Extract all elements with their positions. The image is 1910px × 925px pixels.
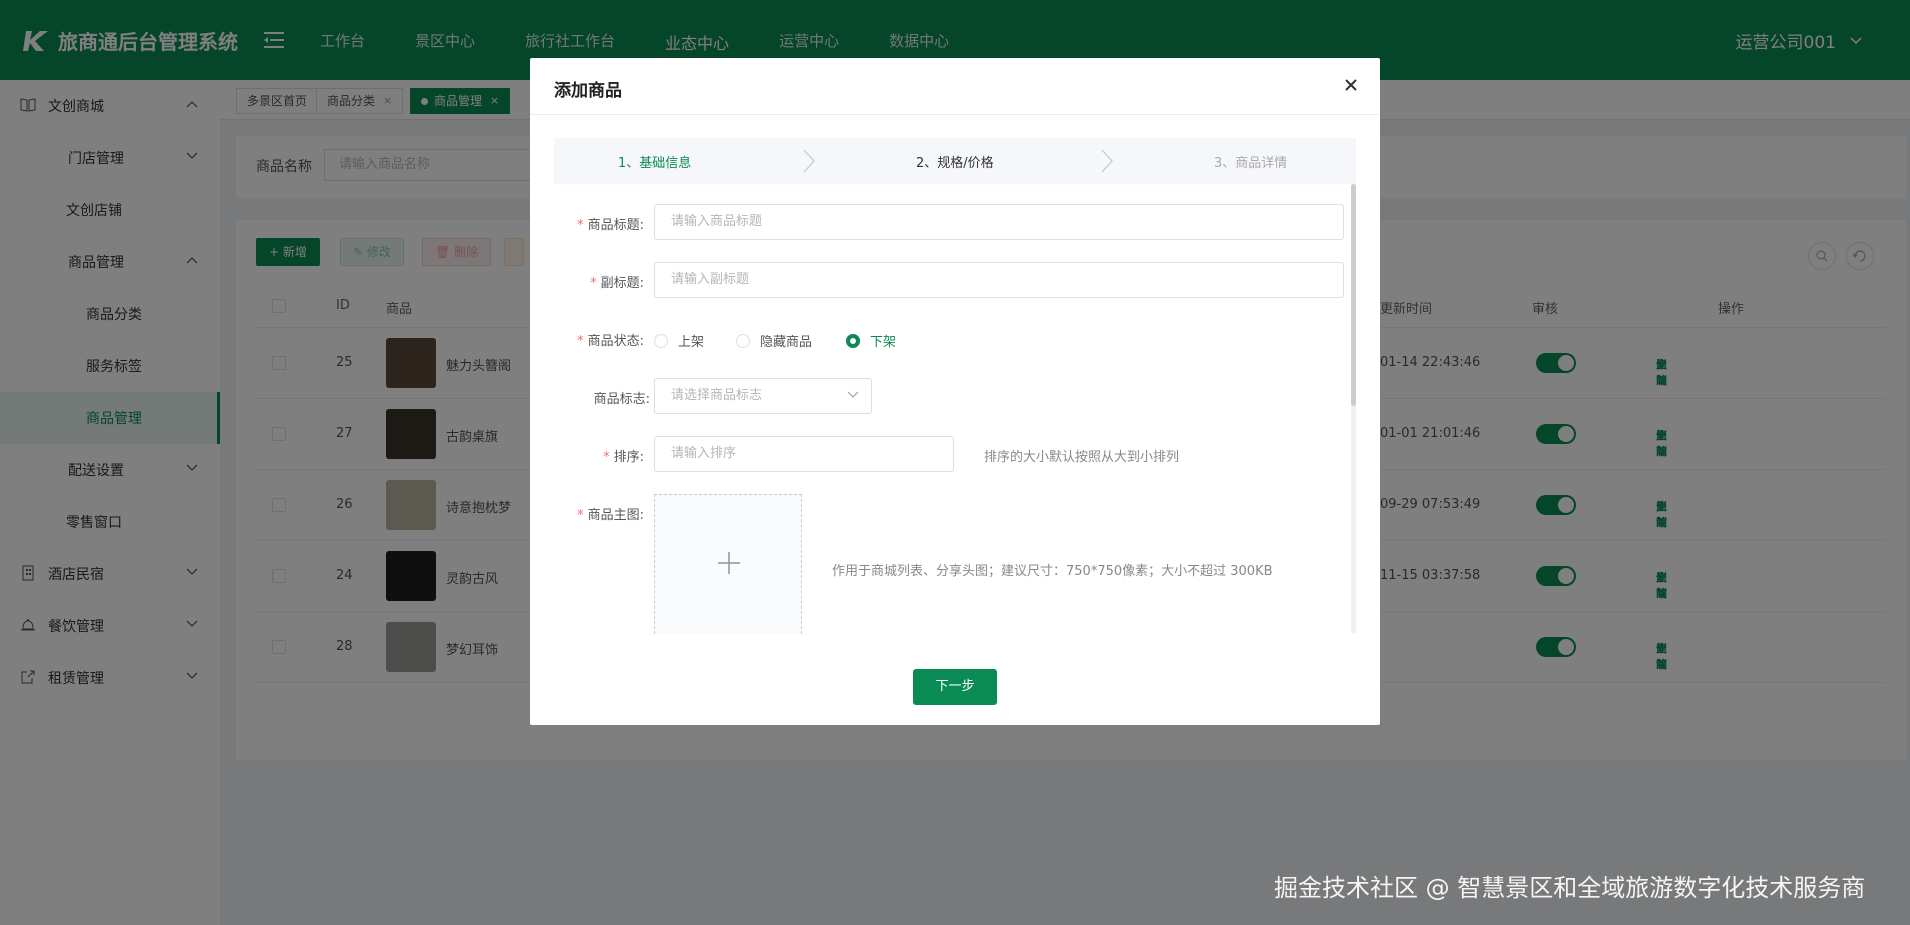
main-image-label-text: 商品主图:	[587, 508, 644, 523]
sort-label: * 排序:	[603, 450, 644, 465]
select-placeholder: 请选择商品标志	[671, 388, 763, 403]
tag-label: 商品标志:	[593, 392, 650, 407]
title-label: * 商品标题:	[577, 218, 644, 233]
dialog-title: 添加商品	[554, 81, 622, 101]
status-label-text: 商品状态:	[587, 334, 644, 349]
status-radio-hidden[interactable]: 隐藏商品	[736, 331, 812, 350]
chevron-right-icon	[1101, 149, 1113, 173]
image-hint: 作用于商城列表、分享头图；建议尺寸：750*750像素；大小不超过 300KB	[832, 564, 1273, 579]
product-title-input[interactable]: 请输入商品标题	[654, 204, 1344, 240]
next-step-button[interactable]: 下一步	[913, 669, 997, 705]
status-radio-on-shelf[interactable]: 上架	[654, 331, 704, 350]
radio-label: 上架	[678, 335, 705, 350]
step-spec-price[interactable]: 2、规格/价格	[916, 152, 994, 171]
status-label: * 商品状态:	[577, 334, 644, 349]
dialog-divider	[530, 114, 1380, 115]
step-product-detail[interactable]: 3、商品详情	[1214, 152, 1287, 171]
subtitle-label: * 副标题:	[590, 276, 644, 291]
subtitle-label-text: 副标题:	[600, 276, 644, 291]
main-image-label: * 商品主图:	[577, 508, 644, 523]
add-product-dialog: 添加商品 1、基础信息 2、规格/价格 3、商品详情 * 商品标题: 请输入商品标…	[530, 58, 1380, 725]
product-tag-select[interactable]: 请选择商品标志	[654, 378, 872, 414]
radio-label: 隐藏商品	[760, 335, 813, 350]
main-image-upload[interactable]	[654, 494, 802, 634]
title-label-text: 商品标题:	[587, 218, 644, 233]
sort-label-text: 排序:	[613, 450, 644, 465]
radio-circle	[846, 333, 860, 348]
chevron-down-icon	[847, 391, 859, 398]
plus-icon	[718, 552, 740, 574]
sort-hint: 排序的大小默认按照从大到小排列	[984, 450, 1180, 465]
watermark: 掘金技术社区 @ 智慧景区和全域旅游数字化技术服务商	[1274, 874, 1866, 902]
radio-label: 下架	[870, 335, 897, 350]
radio-circle	[736, 333, 750, 348]
chevron-right-icon	[803, 149, 815, 173]
sort-input[interactable]: 请输入排序	[654, 436, 954, 472]
status-radio-off-shelf[interactable]: 下架	[846, 331, 896, 350]
step-basic-info[interactable]: 1、基础信息	[618, 152, 691, 171]
steps-bar: 1、基础信息 2、规格/价格 3、商品详情	[554, 138, 1356, 184]
radio-circle	[654, 333, 668, 348]
close-icon[interactable]	[1344, 78, 1358, 92]
form-scrollbar[interactable]	[1351, 184, 1356, 406]
subtitle-input[interactable]: 请输入副标题	[654, 262, 1344, 298]
